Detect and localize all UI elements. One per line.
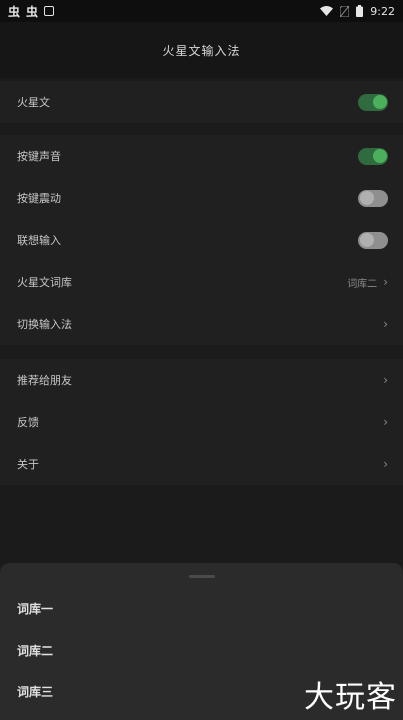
setting-label: 按键震动 [17,192,61,205]
toggle-knob [372,149,387,163]
toggle-knob [359,191,374,205]
key-sound-toggle[interactable] [358,147,388,165]
no-sim-icon [340,5,350,17]
setting-label: 反馈 [17,416,39,429]
setting-feedback[interactable]: 反馈 › [0,401,403,443]
drag-handle[interactable] [189,575,215,578]
setting-key-sound[interactable]: 按键声音 [0,135,403,177]
chevron-right-icon: › [383,415,388,429]
setting-label: 切换输入法 [17,318,72,331]
status-right: 9:22 [320,5,395,18]
notification-box-icon [44,6,55,16]
key-vibration-toggle[interactable] [358,189,388,207]
setting-huoxingwen[interactable]: 火星文 [0,81,403,123]
settings-group-input: 按键声音 按键震动 联想输入 火星文词库 词库二 › 切换输入法 › [0,135,403,345]
chevron-right-icon: › [383,317,388,331]
watermark: 大玩客 [304,680,397,715]
huoxingwen-toggle[interactable] [358,93,388,111]
toggle-knob [372,95,387,109]
setting-dictionary[interactable]: 火星文词库 词库二 › [0,261,403,303]
setting-switch-input-method[interactable]: 切换输入法 › [0,303,403,345]
setting-recommend[interactable]: 推荐给朋友 › [0,359,403,401]
status-bar: 虫 虫 9:22 [0,0,403,22]
setting-label: 火星文词库 [17,276,72,289]
setting-about[interactable]: 关于 › [0,443,403,485]
setting-label: 联想输入 [17,234,61,247]
wifi-icon [320,6,334,16]
setting-label: 关于 [17,458,39,471]
setting-label: 按键声音 [17,150,61,163]
sheet-option-dict-1[interactable]: 词库一 [17,600,53,617]
status-app-icon: 虫 [8,4,21,19]
setting-predictive-input[interactable]: 联想输入 [0,219,403,261]
app-header: 火星文输入法 [0,22,403,78]
setting-label: 推荐给朋友 [17,374,72,387]
status-left: 虫 虫 [8,3,55,20]
dictionary-value: 词库二 [347,278,378,290]
chevron-right-icon: › [383,457,388,471]
chevron-right-icon: › [383,373,388,387]
battery-icon [356,5,364,17]
predictive-input-toggle[interactable] [358,231,388,249]
page-title: 火星文输入法 [162,43,241,58]
setting-label: 火星文 [17,96,50,109]
chevron-right-icon: › [383,275,388,289]
setting-key-vibration[interactable]: 按键震动 [0,177,403,219]
settings-group-misc: 推荐给朋友 › 反馈 › 关于 › [0,359,403,485]
settings-group-main: 火星文 [0,81,403,123]
toggle-knob [359,233,374,247]
status-time: 9:22 [370,4,395,18]
sheet-option-dict-2[interactable]: 词库二 [17,642,53,659]
status-app-icon: 虫 [26,4,39,19]
sheet-option-dict-3[interactable]: 词库三 [17,683,53,700]
